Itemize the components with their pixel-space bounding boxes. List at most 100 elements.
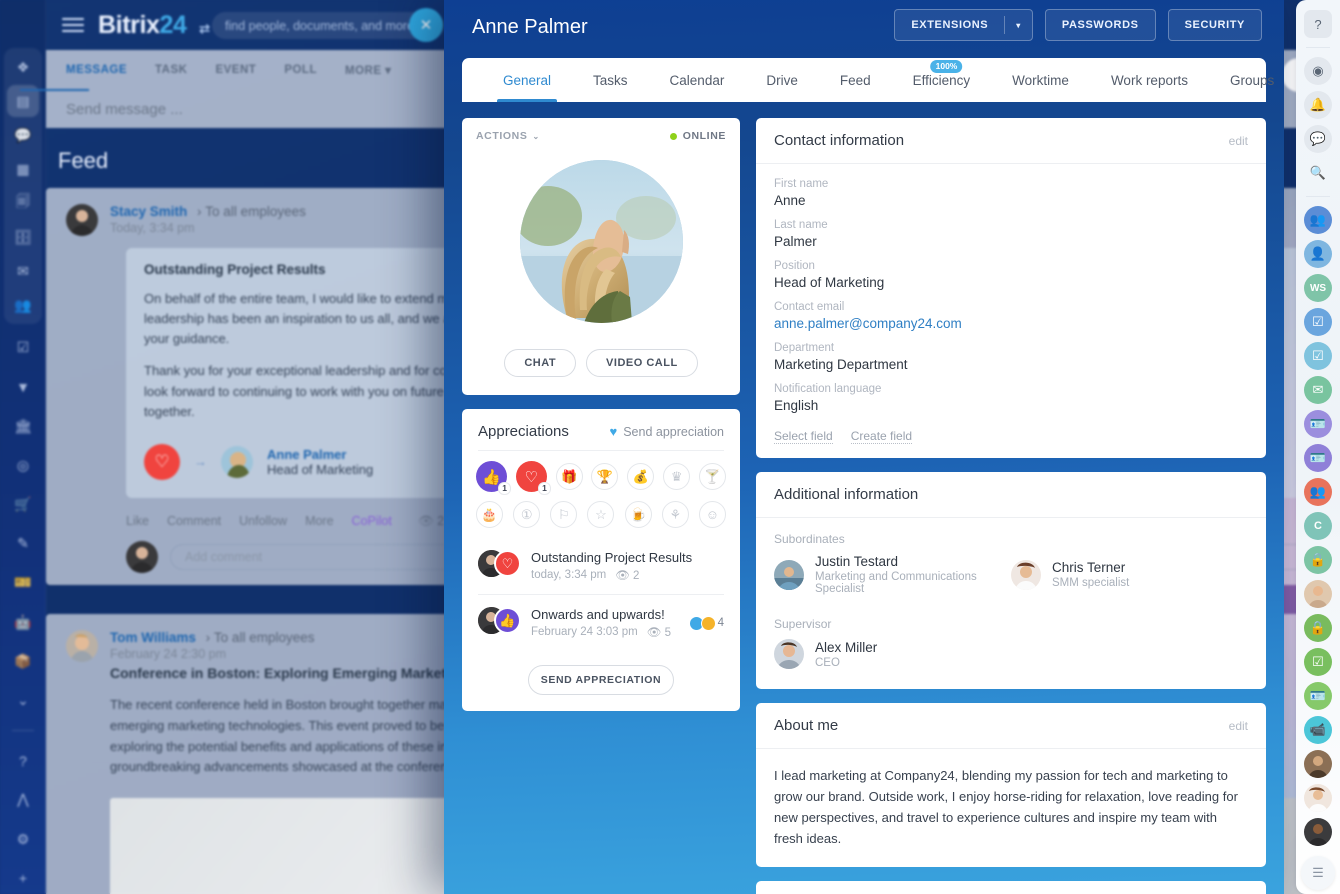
smiley-icon[interactable]: ☺ [699,501,726,528]
task-green-icon[interactable]: ☑ [1304,648,1332,676]
beer-mug-icon[interactable]: 🍺 [625,501,652,528]
composer-tab-task[interactable]: TASK [155,64,187,76]
inventory-icon[interactable]: 📦 [7,646,39,677]
logo-switch-icon[interactable]: ⇄ [199,21,210,36]
bell-icon[interactable]: 🔔 [1304,91,1332,119]
employees-icon[interactable]: 👥 [7,289,39,321]
people-red-icon[interactable]: 👥 [1304,478,1332,506]
field-value-contact-email[interactable]: anne.palmer@company24.com [774,316,1248,331]
list-item[interactable]: 👍 Onwards and upwards! February 24 3:03 … [478,594,724,651]
crm-card2-icon[interactable]: 🪪 [1304,444,1332,472]
composer-tab-more[interactable]: MORE ▾ [345,63,391,77]
avatar3-icon[interactable] [1304,784,1332,812]
copilot-action[interactable]: CoPilot [352,514,392,529]
automation-icon[interactable]: 🤖 [7,607,39,638]
tab-general[interactable]: General [482,58,572,102]
appreciation-title[interactable]: Outstanding Project Results [531,550,724,565]
menu-toggle-icon[interactable] [62,18,84,32]
tab-efficiency[interactable]: 100% Efficiency [892,58,992,102]
security-button[interactable]: SECURITY [1168,9,1262,41]
lock-teal-icon[interactable]: 🔒 [1304,546,1332,574]
calendar-icon[interactable]: ▦ [7,153,39,185]
apps-icon[interactable]: ⋀ [7,784,39,815]
chat-bubble-icon[interactable]: 💬 [1304,125,1332,153]
contact-center-icon[interactable]: 🎫 [7,567,39,598]
crm-card-icon[interactable]: 🪪 [1304,410,1332,438]
tab-tasks[interactable]: Tasks [572,58,649,102]
help-icon[interactable]: ? [7,745,39,776]
chat-button[interactable]: CHAT [504,349,576,377]
tasks-check-icon[interactable]: ☑ [1304,308,1332,336]
left-icon-rail[interactable]: ❖ ▤ 💬 ▦ 🗐 🗄 ✉ 👥 ☑ ▼ 🏛 ◎ 🛒 ✎ 🎫 🤖 📦 ⌄ ? ⋀ … [0,0,46,894]
composer-tab-poll[interactable]: POLL [284,64,317,76]
drive-icon[interactable]: 🗄 [7,221,39,253]
passwords-button[interactable]: PASSWORDS [1045,9,1156,41]
appreciation-icon-grid[interactable]: 👍1 ♡1 🎁 🏆 💰 ♛ 🍸 🎂 ① ⚐ ☆ [462,451,740,534]
more-action[interactable]: More [305,514,333,529]
money-bag-icon[interactable]: 💰 [627,463,654,490]
star-icon[interactable]: ☆ [587,501,614,528]
mail-icon[interactable]: ✉ [1304,376,1332,404]
composer-tab-event[interactable]: EVENT [215,64,256,76]
search-icon[interactable]: 🔍 [1304,159,1332,187]
birthday-cake-icon[interactable]: 🎂 [476,501,503,528]
select-field-link[interactable]: Select field [774,429,833,444]
group-chat-icon[interactable]: 👥 [1304,206,1332,234]
chat-icon[interactable]: 💬 [7,119,39,151]
card-green-icon[interactable]: 🪪 [1304,682,1332,710]
avatar2-icon[interactable] [1304,750,1332,778]
unfollow-action[interactable]: Unfollow [239,514,287,529]
list-item[interactable]: Alex Miller CEO [774,639,1011,669]
more-chevron-icon[interactable]: ⌄ [7,685,39,716]
list-item[interactable]: Chris Terner SMM specialist [1011,554,1248,595]
right-icon-rail[interactable]: ? ◉ 🔔 💬 🔍 👥 👤 WS ☑ ☑ ✉ 🪪 🪪 👥 C 🔒 🔒 ☑ 🪪 📹 [1296,0,1340,894]
settings-icon[interactable]: ⚙ [7,824,39,855]
letter-c-icon[interactable]: C [1304,512,1332,540]
profile-tabbar[interactable]: General Tasks Calendar Drive Feed 100% E… [462,58,1266,102]
close-slider-button[interactable]: ✕ [409,8,443,42]
workspace-ws-icon[interactable]: WS [1304,274,1332,302]
help-icon[interactable]: ? [1304,10,1332,38]
sync-icon[interactable]: ◉ [1304,57,1332,85]
add-icon[interactable]: + [7,863,39,894]
reaction-summary[interactable]: 4 [689,607,724,639]
tab-groups[interactable]: Groups [1209,58,1284,102]
extensions-button[interactable]: EXTENSIONS ▾ [894,9,1033,41]
edit-about-me-button[interactable]: edit [1229,719,1248,733]
tab-feed[interactable]: Feed [819,58,892,102]
documents-icon[interactable]: 🗐 [7,187,39,219]
flower-icon[interactable]: ⚘ [662,501,689,528]
cocktail-icon[interactable]: 🍸 [699,463,726,490]
post-author-name[interactable]: Stacy Smith › To all employees [110,204,306,219]
lock-green-icon[interactable]: 🔒 [1304,614,1332,642]
list-item[interactable]: Justin Testard Marketing and Communicati… [774,554,1011,595]
avatar-icon[interactable] [1304,580,1332,608]
trophy-icon[interactable]: 🏆 [591,463,618,490]
mail-icon[interactable]: ✉ [7,255,39,287]
bitrix-logo-icon[interactable]: ❖ [7,51,39,83]
number-one-icon[interactable]: ① [513,501,540,528]
thumbs-up-icon[interactable]: 👍1 [476,461,507,492]
online-store-icon[interactable]: 🛒 [7,489,39,520]
chevron-down-icon[interactable]: ▾ [1005,21,1032,30]
composer-tab-message[interactable]: MESSAGE [66,64,127,76]
tasks-check2-icon[interactable]: ☑ [1304,342,1332,370]
appreciation-title[interactable]: Onwards and upwards! [531,607,678,622]
gift-icon[interactable]: 🎁 [556,463,583,490]
marketing-icon[interactable]: ◎ [7,450,39,481]
comment-action[interactable]: Comment [167,514,221,529]
avatar[interactable] [520,160,683,323]
funnel-crm-icon[interactable]: ▼ [7,371,39,402]
tab-worktime[interactable]: Worktime [991,58,1090,102]
video-call-button[interactable]: VIDEO CALL [586,349,698,377]
flag-icon[interactable]: ⚐ [550,501,577,528]
send-appreciation-button[interactable]: SEND APPRECIATION [528,665,674,695]
create-field-link[interactable]: Create field [851,429,912,444]
company-icon[interactable]: 🏛 [7,410,39,441]
list-item[interactable]: ♡ Outstanding Project Results today, 3:3… [478,538,724,594]
menu-icon[interactable]: ☰ [1301,856,1335,890]
tab-drive[interactable]: Drive [745,58,819,102]
send-appreciation-link[interactable]: ♥ Send appreciation [610,424,725,439]
contacts-icon[interactable]: 👤 [1304,240,1332,268]
tasks-icon[interactable]: ☑ [7,332,39,363]
